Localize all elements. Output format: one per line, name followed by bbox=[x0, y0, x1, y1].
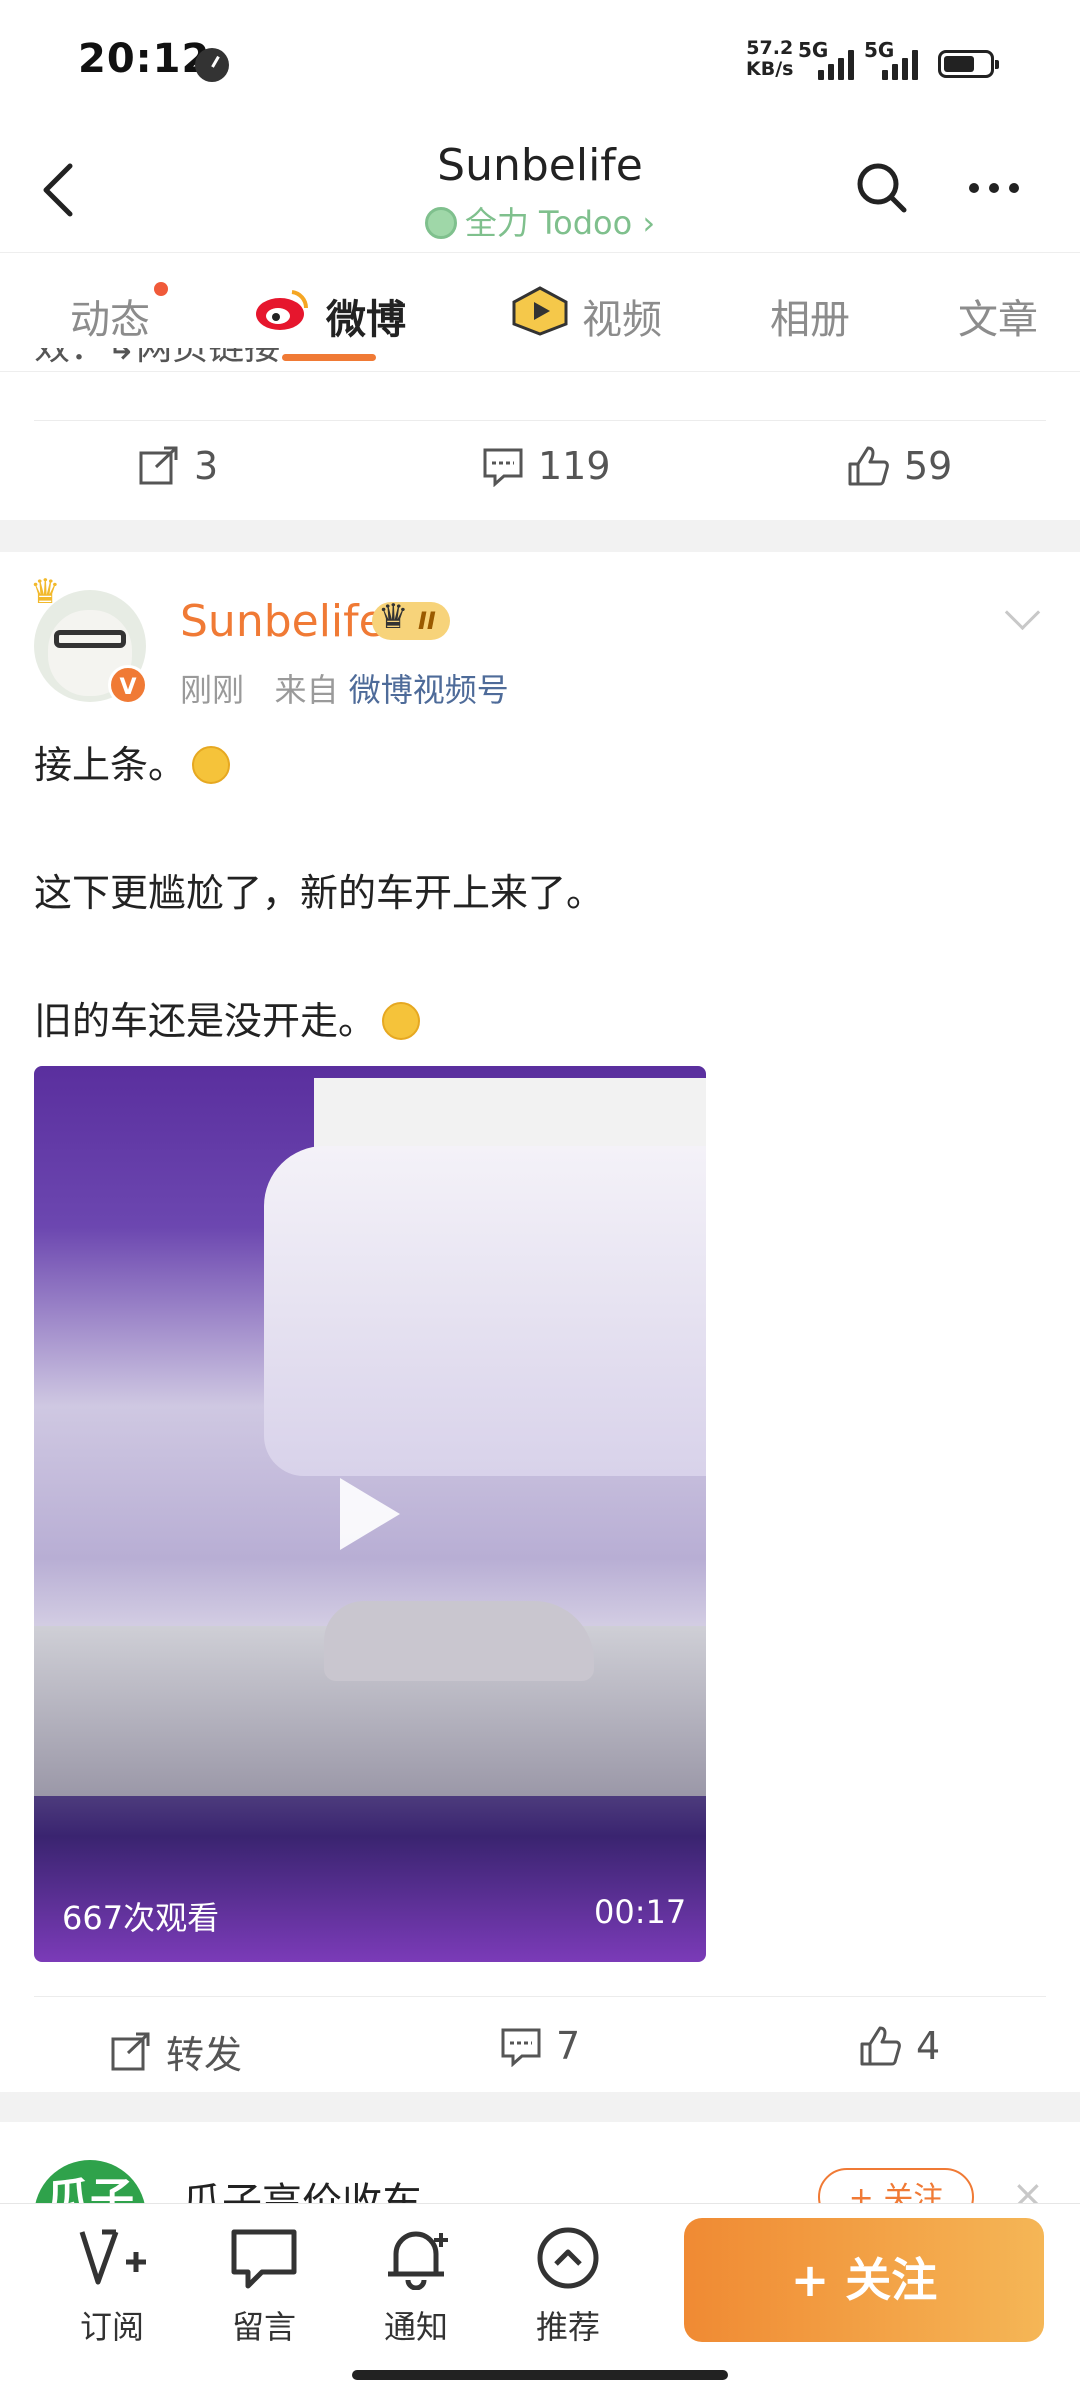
prev-repost-button[interactable]: 3 bbox=[138, 444, 218, 488]
message-icon bbox=[204, 2222, 324, 2294]
signal-bars-1-icon bbox=[818, 46, 854, 80]
divider bbox=[34, 420, 1046, 421]
recommend-button[interactable]: 推荐 bbox=[508, 2222, 628, 2348]
like-button[interactable]: 4 bbox=[858, 2024, 940, 2068]
subscribe-label: 订阅 bbox=[79, 2308, 144, 2346]
prev-like-count: 59 bbox=[904, 444, 953, 488]
post-separator bbox=[0, 2092, 1080, 2122]
prev-comment-count: 119 bbox=[538, 444, 611, 488]
recommend-icon bbox=[508, 2222, 628, 2294]
repost-label: 转发 bbox=[166, 2033, 243, 2077]
verified-badge-icon: V bbox=[108, 665, 148, 705]
header-subtitle: 全力 Todoo bbox=[464, 204, 633, 242]
weibo-logo-icon bbox=[254, 286, 310, 332]
video-duration: 00:17 bbox=[594, 1893, 687, 1931]
notify-button[interactable]: 通知 bbox=[356, 2222, 476, 2348]
follow-button[interactable]: + 关注 bbox=[684, 2218, 1044, 2342]
network-speed: 57.2 KB/s bbox=[746, 38, 793, 80]
signal-bars-2-icon bbox=[882, 46, 918, 80]
prev-like-button[interactable]: 59 bbox=[846, 444, 952, 488]
vip-badge[interactable]: II bbox=[372, 598, 450, 640]
header-subtitle-link[interactable]: 全力 Todoo › bbox=[0, 198, 1080, 244]
author-name[interactable]: Sunbelife bbox=[180, 596, 386, 647]
post-meta: 刚刚 来自 微博视频号 bbox=[180, 665, 509, 711]
video-view-count: 667次观看 bbox=[62, 1899, 220, 1937]
subscribe-icon bbox=[52, 2222, 172, 2294]
message-button[interactable]: 留言 bbox=[204, 2222, 324, 2348]
like-count: 4 bbox=[916, 2024, 941, 2068]
active-tab-indicator bbox=[282, 354, 376, 361]
tab-album[interactable]: 相册 bbox=[770, 287, 850, 345]
status-time: 20:12 bbox=[78, 36, 211, 82]
repost-icon bbox=[111, 2032, 150, 2070]
search-button[interactable] bbox=[854, 160, 910, 216]
post-source-link[interactable]: 微博视频号 bbox=[349, 671, 509, 709]
more-button[interactable] bbox=[966, 178, 1022, 198]
notify-label: 通知 bbox=[383, 2308, 448, 2346]
crown-icon: ♛ bbox=[30, 572, 61, 612]
repost-button[interactable]: 转发 bbox=[110, 2024, 242, 2079]
prev-repost-count: 3 bbox=[194, 444, 219, 488]
super-topic-icon bbox=[424, 207, 457, 239]
recommend-label: 推荐 bbox=[535, 2308, 600, 2346]
unread-dot bbox=[154, 282, 168, 296]
divider bbox=[34, 1996, 1046, 1997]
network-speed-unit: KB/s bbox=[746, 58, 794, 80]
tab-weibo[interactable]: 微博 bbox=[326, 287, 406, 345]
like-icon bbox=[848, 446, 889, 486]
post-menu-chevron-icon[interactable] bbox=[1004, 594, 1041, 631]
comment-count: 7 bbox=[556, 2024, 581, 2068]
post-text-line-2: 这下更尴尬了，新的车开上来了。 bbox=[34, 871, 605, 915]
subscribe-button[interactable]: 订阅 bbox=[52, 2222, 172, 2348]
more-dots-icon bbox=[969, 183, 1019, 193]
message-label: 留言 bbox=[231, 2308, 296, 2346]
battery-icon bbox=[938, 50, 999, 78]
laugh-cry-emoji-icon bbox=[192, 746, 231, 784]
post-source-prefix: 来自 bbox=[274, 671, 339, 709]
like-icon bbox=[860, 2026, 901, 2066]
post-text-line-1: 接上条。 bbox=[34, 734, 231, 789]
comment-button[interactable]: 7 bbox=[500, 2024, 580, 2068]
laugh-cry-emoji-icon bbox=[382, 1002, 421, 1040]
tab-articles[interactable]: 文章 bbox=[958, 287, 1038, 345]
tab-video[interactable]: 视频 bbox=[582, 287, 662, 345]
network-speed-value: 57.2 bbox=[746, 37, 794, 59]
video-tab-icon bbox=[510, 286, 570, 336]
post-separator bbox=[0, 520, 1080, 552]
prev-post-truncated-text: 效：↳网页链接 bbox=[34, 348, 280, 370]
play-icon[interactable] bbox=[340, 1478, 400, 1550]
page-title: Sunbelife bbox=[437, 140, 643, 191]
post-time: 刚刚 bbox=[180, 671, 245, 709]
comment-icon bbox=[483, 448, 523, 487]
repost-icon bbox=[139, 446, 178, 485]
search-icon bbox=[857, 163, 907, 213]
comment-icon bbox=[501, 2028, 541, 2067]
clock-icon bbox=[195, 48, 229, 82]
post-text-line-3: 旧的车还是没开走。 bbox=[34, 990, 421, 1045]
prev-comment-button[interactable]: 119 bbox=[482, 444, 611, 488]
bell-icon bbox=[356, 2222, 476, 2294]
car-image bbox=[324, 1601, 594, 1681]
tab-dynamics[interactable]: 动态 bbox=[70, 287, 150, 345]
chevron-right-icon: › bbox=[642, 204, 656, 242]
home-indicator[interactable] bbox=[352, 2370, 728, 2380]
